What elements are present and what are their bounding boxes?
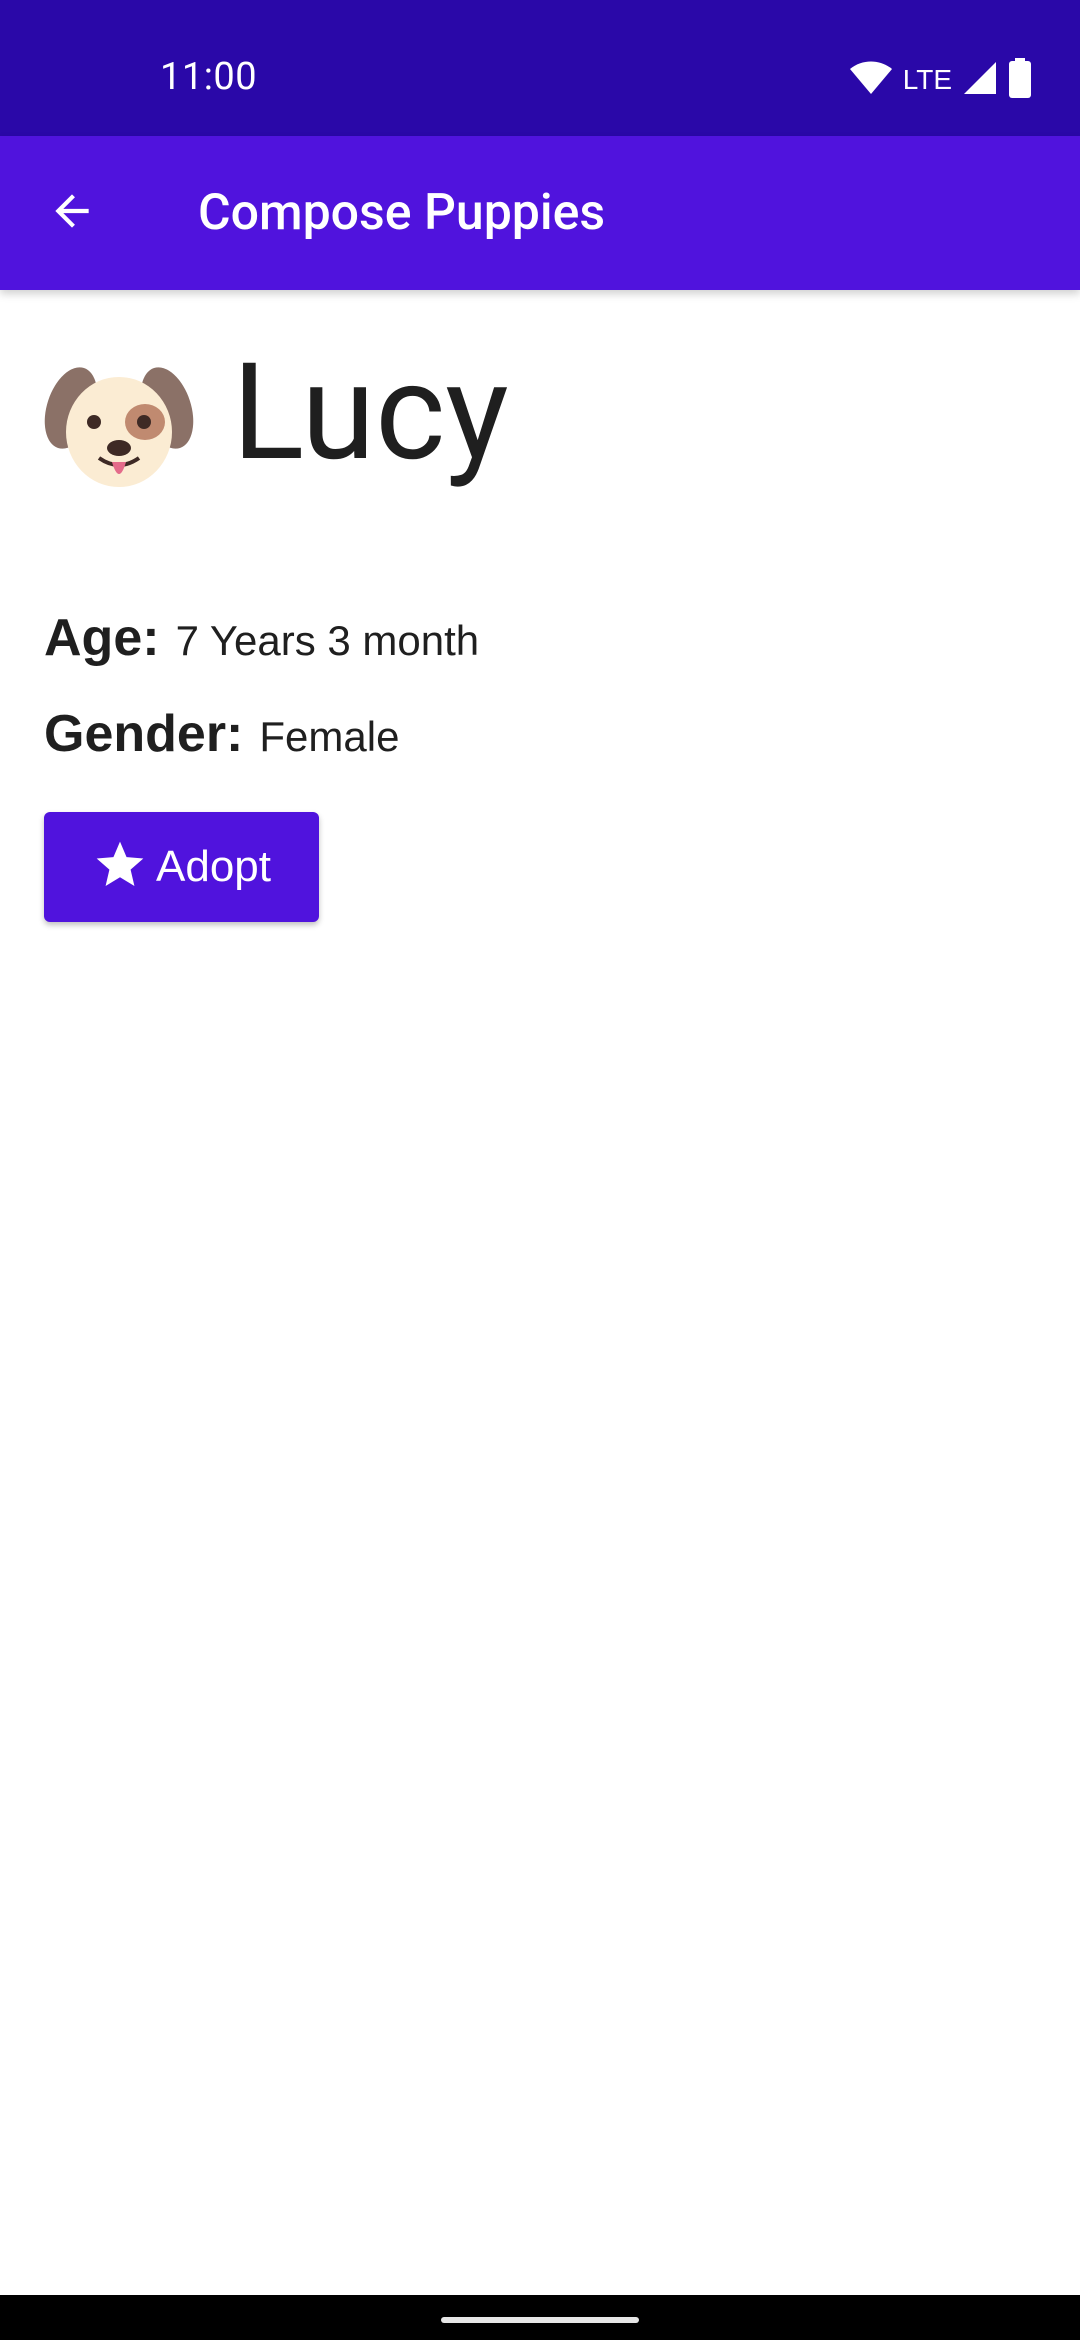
puppy-avatar — [44, 350, 194, 504]
puppy-name: Lucy — [232, 334, 509, 491]
back-button[interactable] — [30, 171, 114, 255]
adopt-button[interactable]: Adopt — [44, 812, 319, 922]
network-type-label: LTE — [902, 64, 952, 95]
star-icon — [92, 837, 148, 897]
gesture-handle[interactable] — [441, 2317, 639, 2323]
gender-label: Gender: — [44, 705, 244, 763]
status-bar: 11:00 LTE — [0, 0, 1080, 136]
gender-value: Female — [259, 713, 400, 760]
status-time: 11:00 — [160, 55, 258, 99]
age-value: 7 Years 3 month — [175, 617, 480, 664]
adopt-label: Adopt — [156, 842, 271, 891]
status-icons: LTE — [849, 58, 1032, 102]
cellular-signal-icon — [962, 60, 998, 100]
dog-face-icon — [44, 350, 194, 504]
gender-row: Gender: Female — [44, 704, 399, 764]
battery-icon — [1008, 58, 1032, 102]
wifi-icon — [849, 60, 893, 100]
age-row: Age: 7 Years 3 month — [44, 608, 479, 668]
arrow-back-icon — [47, 186, 97, 240]
app-title: Compose Puppies — [198, 184, 606, 242]
age-label: Age: — [44, 609, 160, 667]
navigation-bar — [0, 2295, 1080, 2340]
app-bar: Compose Puppies — [0, 136, 1080, 290]
